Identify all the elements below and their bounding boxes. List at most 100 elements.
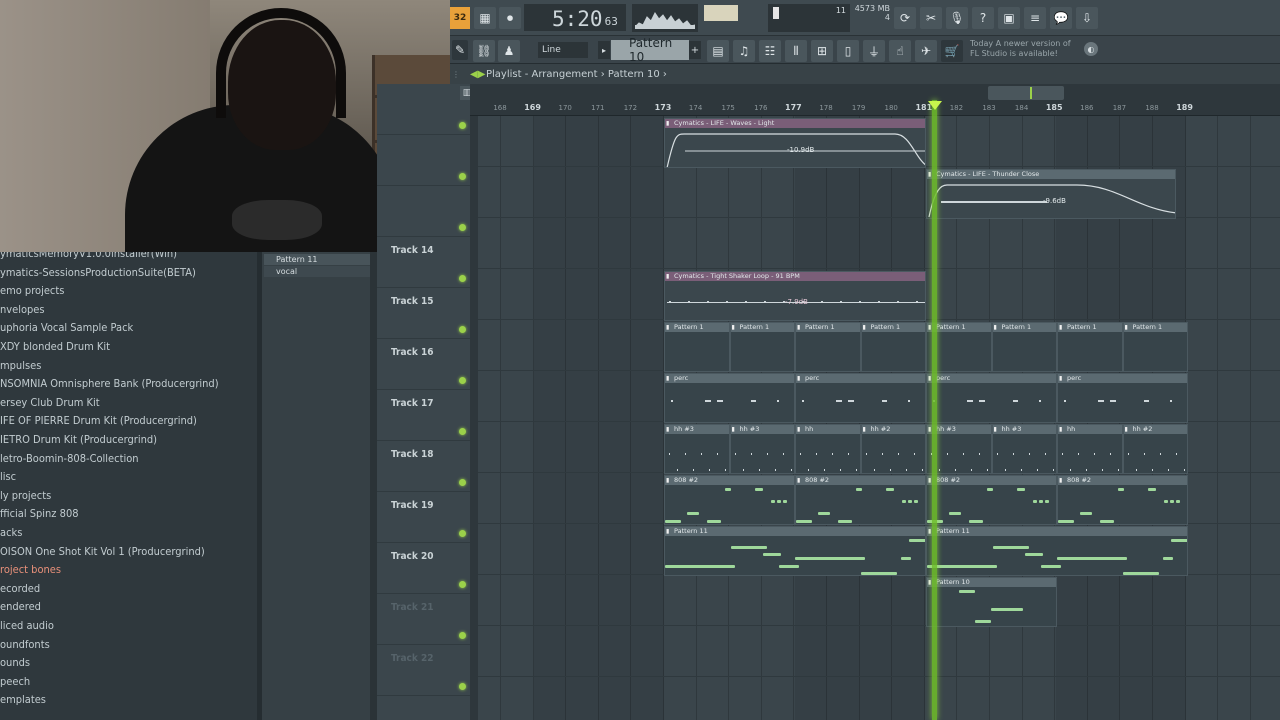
playlist-clip[interactable]: Pattern 1 xyxy=(991,322,1057,372)
track-mute-led-icon[interactable] xyxy=(459,683,466,690)
browser-folder-item[interactable]: IETRO Drum Kit (Producergrind) xyxy=(0,431,157,449)
track-mute-led-icon[interactable] xyxy=(459,632,466,639)
track-mute-led-icon[interactable] xyxy=(459,377,466,384)
track-mute-led-icon[interactable] xyxy=(459,275,466,282)
playlist-clip[interactable]: Pattern 1 xyxy=(1057,322,1123,372)
playlist-clip[interactable]: hh #3 xyxy=(729,424,795,474)
record-loop-icon[interactable]: ⏺ xyxy=(499,7,521,29)
track-header[interactable] xyxy=(377,84,470,135)
playlist-clip[interactable]: perc xyxy=(1057,373,1188,423)
browser-folder-item[interactable]: ly projects xyxy=(0,487,51,505)
playlist-clip[interactable]: Pattern 1 xyxy=(1122,322,1188,372)
add-pattern-icon[interactable]: + xyxy=(689,41,701,59)
browser-folder-item[interactable]: peech xyxy=(0,673,30,691)
pattern-mode-icon[interactable]: ▦ xyxy=(474,7,496,29)
pattern-selector[interactable]: Pattern 10 xyxy=(611,36,689,64)
browser-folder-item[interactable]: letro-Boomin-808-Collection xyxy=(0,450,139,468)
playlist-menu-icon[interactable]: ⋮ xyxy=(452,68,460,80)
picker-item-pattern-11[interactable]: Pattern 11 xyxy=(264,254,374,265)
save-icon[interactable]: ▣ xyxy=(998,7,1020,29)
play-pattern-icon[interactable]: ◀▶ xyxy=(470,69,485,80)
playlist-clip[interactable]: Pattern 10 xyxy=(926,577,1057,627)
news-toggle-icon[interactable]: ◐ xyxy=(1084,42,1098,56)
playlist-horizontal-scrollbar[interactable] xyxy=(988,86,1064,100)
browser-folder-item[interactable]: ounds xyxy=(0,654,30,672)
track-header[interactable]: Track 14 xyxy=(377,237,470,288)
playlist-clip[interactable]: Pattern 11 xyxy=(926,526,1188,576)
track-header[interactable]: Track 18 xyxy=(377,441,470,492)
track-mute-led-icon[interactable] xyxy=(459,122,466,129)
playlist-clip[interactable]: 808 #2 xyxy=(664,475,795,525)
playlist-clip[interactable]: Cymatics - LIFE - Thunder Close -9.6dB xyxy=(926,169,1176,219)
track-mute-led-icon[interactable] xyxy=(459,224,466,231)
playlist-clip[interactable]: 808 #2 xyxy=(1057,475,1188,525)
picker-item-vocal[interactable]: vocal xyxy=(264,266,374,277)
playlist-clip[interactable]: Pattern 1 xyxy=(860,322,926,372)
playlist-clip[interactable]: hh #2 xyxy=(860,424,926,474)
track-header[interactable]: Track 20 xyxy=(377,543,470,594)
browser-folder-item[interactable]: emplates xyxy=(0,691,46,709)
browser-folder-item[interactable]: IFE OF PIERRE Drum Kit (Producergrind) xyxy=(0,412,197,430)
song-time-display[interactable]: 5:20 63 xyxy=(524,4,626,31)
picker-scrollbar[interactable] xyxy=(370,252,377,720)
playlist-clip[interactable]: perc xyxy=(926,373,1057,423)
browser-folder-item[interactable]: liced audio xyxy=(0,617,54,635)
playhead-marker-icon[interactable] xyxy=(928,101,942,110)
track-header[interactable]: Track 22 xyxy=(377,645,470,696)
browser-folder-item[interactable]: roject bones xyxy=(0,561,61,579)
browser-folder-item[interactable]: ymaticsMemoryV1.0.0installer(Win) xyxy=(0,252,177,263)
metronome-icon[interactable]: ⟳ xyxy=(894,7,916,29)
channel-rack-icon[interactable]: ☷ xyxy=(759,40,781,62)
track-header[interactable]: Track 15 xyxy=(377,288,470,339)
track-mute-led-icon[interactable] xyxy=(459,326,466,333)
playlist-clip[interactable]: 808 #2 xyxy=(795,475,926,525)
playlist-clip[interactable]: Cymatics - Tight Shaker Loop - 91 BPM -7.… xyxy=(664,271,926,321)
playlist-clip[interactable]: Cymatics - LIFE - Waves - Light -10.9dB xyxy=(664,118,926,168)
playlist-clip[interactable]: 808 #2 xyxy=(926,475,1057,525)
browser-folder-item[interactable]: mpulses xyxy=(0,357,41,375)
download-icon[interactable]: ⇩ xyxy=(1076,7,1098,29)
track-mute-led-icon[interactable] xyxy=(459,530,466,537)
playlist-clip[interactable]: hh #3 xyxy=(991,424,1057,474)
link-icon[interactable]: ⛓ xyxy=(473,40,495,62)
timeline-ruler[interactable]: 168 169 170 171 172 173 174 175 176 177 178 179 180 1… xyxy=(470,84,1280,116)
track-header[interactable]: Track 17 xyxy=(377,390,477,441)
macro-icon[interactable]: ✈ xyxy=(915,40,937,62)
browser-folder-item[interactable]: lisc xyxy=(0,468,16,486)
touch-icon[interactable]: ☝ xyxy=(889,40,911,62)
browser-folder-item[interactable]: ymatics-SessionsProductionSuite(BETA) xyxy=(0,264,196,282)
track-header[interactable] xyxy=(377,135,477,186)
playlist-clip[interactable]: perc xyxy=(664,373,795,423)
browser-icon[interactable]: ⊞ xyxy=(811,40,833,62)
stamp-icon[interactable]: ♟ xyxy=(498,40,520,62)
playlist-clip[interactable]: hh #2 xyxy=(1122,424,1188,474)
playlist-clip[interactable]: Pattern 1 xyxy=(795,322,861,372)
playhead[interactable] xyxy=(932,100,937,720)
project-icon[interactable]: ▯ xyxy=(837,40,859,62)
playlist-clip[interactable]: hh xyxy=(1057,424,1123,474)
brush-icon[interactable]: ✎ xyxy=(452,40,468,60)
help-icon[interactable]: ? xyxy=(972,7,994,29)
plugin-icon[interactable]: ⏚ xyxy=(863,40,885,62)
browser-folder-item[interactable]: NSOMNIA Omnisphere Bank (Producergrind) xyxy=(0,375,219,393)
playlist-clip[interactable]: Pattern 1 xyxy=(664,322,730,372)
playlist-clip[interactable]: hh xyxy=(795,424,861,474)
cut-icon[interactable]: ✂ xyxy=(920,7,942,29)
mixer-view-icon[interactable]: ⫴ xyxy=(785,40,807,62)
track-mute-led-icon[interactable] xyxy=(459,479,466,486)
fl-logo-button[interactable]: 32 xyxy=(450,7,470,29)
browser-folder-item[interactable]: uphoria Vocal Sample Pack xyxy=(0,319,133,337)
browser-folder-item[interactable]: emo projects xyxy=(0,282,64,300)
snap-select[interactable]: Line xyxy=(538,42,588,58)
track-header[interactable]: Track 21 xyxy=(377,594,470,645)
browser-folder-item[interactable]: OISON One Shot Kit Vol 1 (Producergrind) xyxy=(0,543,205,561)
pattern-prev-arrow-icon[interactable]: ▸ xyxy=(598,41,610,59)
playlist-clip[interactable]: perc xyxy=(795,373,926,423)
chat-icon[interactable]: 💬 xyxy=(1050,7,1072,29)
browser-folder-item[interactable]: nvelopes xyxy=(0,301,45,319)
browser-folder-item[interactable]: XDY blonded Drum Kit xyxy=(0,338,110,356)
mixer-icon[interactable]: ≡ xyxy=(1024,7,1046,29)
track-mute-led-icon[interactable] xyxy=(459,428,466,435)
microphone-icon[interactable]: 🎙 xyxy=(946,7,968,29)
playlist-icon[interactable]: ▤ xyxy=(707,40,729,62)
